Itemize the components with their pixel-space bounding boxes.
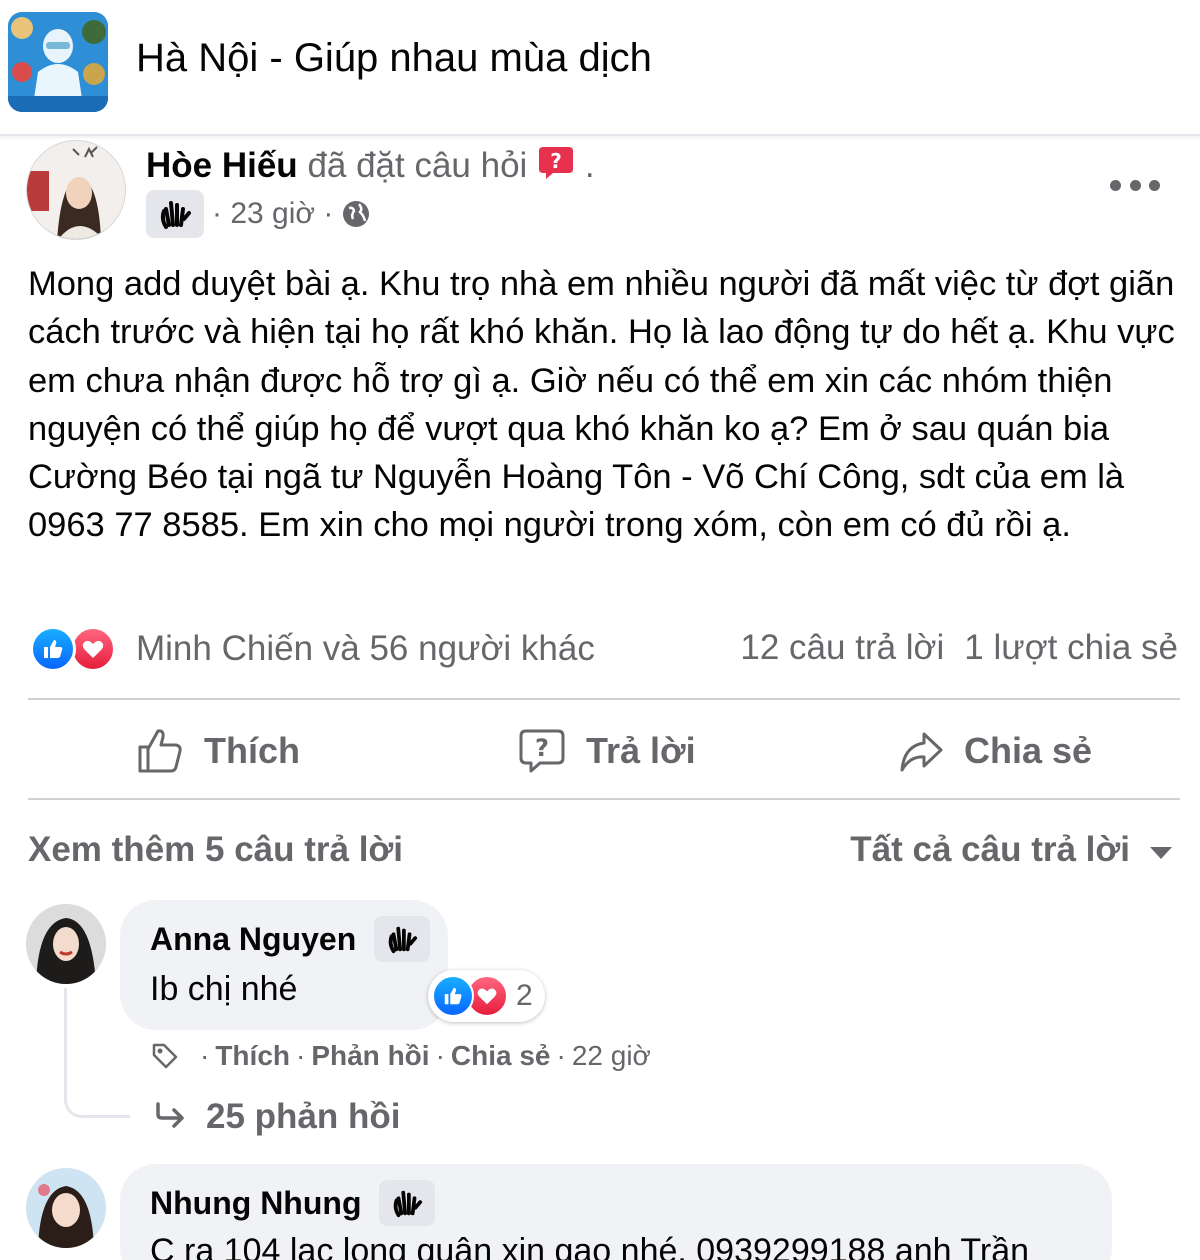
reply-button-label: Trả lời (586, 730, 696, 771)
answers-sort-label: Tất cả câu trả lời (850, 830, 1130, 869)
share-arrow-icon (900, 732, 943, 772)
new-member-badge[interactable] (374, 916, 431, 962)
like-reaction-icon (30, 626, 76, 672)
divider (28, 698, 1180, 700)
svg-text:?: ? (535, 734, 549, 762)
new-member-badge[interactable] (146, 190, 204, 238)
comment-author-name[interactable]: Nhung Nhung (150, 1185, 361, 1222)
svg-text:?: ? (550, 149, 562, 173)
post-options-button[interactable] (1110, 168, 1160, 202)
new-member-badge[interactable] (379, 1180, 436, 1226)
question-badge-icon: ? (539, 147, 574, 179)
comment-avatar[interactable] (26, 904, 106, 984)
waving-hand-icon (394, 1190, 423, 1218)
post-time[interactable]: · 23 giờ · (212, 197, 333, 231)
separator-dot: · (296, 1040, 306, 1071)
divider (28, 798, 1180, 800)
separator-dot: · (556, 1040, 566, 1071)
comment-avatar[interactable] (26, 1168, 106, 1248)
see-more-answers-link[interactable]: Xem thêm 5 câu trả lời (28, 830, 403, 870)
separator-dot: · (435, 1040, 445, 1071)
comment-actions: · Thích · Phản hồi · Chia sẻ · 22 giờ (150, 1034, 651, 1078)
thread-connector-line (64, 988, 130, 1118)
comment-author: Nhung Nhung (150, 1180, 436, 1226)
group-header: Hà Nội - Giúp nhau mùa dịch (0, 0, 1200, 136)
post-author-line: Hòe Hiếu đã đặt câu hỏi ? . (146, 145, 595, 186)
separator-dot: · (200, 1040, 210, 1071)
share-button[interactable]: Chia sẻ (898, 722, 1092, 780)
tag-link-icon[interactable] (150, 1041, 180, 1071)
group-avatar[interactable] (8, 12, 108, 112)
like-button-label: Thích (204, 730, 300, 771)
comment-reaction-count: 2 (516, 979, 533, 1012)
reaction-summary[interactable]: Minh Chiến và 56 người khác (30, 624, 595, 674)
post-body-text: Mong add duyệt bài ạ. Khu trọ nhà em nhi… (28, 265, 1175, 545)
group-title[interactable]: Hà Nội - Giúp nhau mùa dịch (136, 36, 652, 81)
more-dot-icon (1149, 179, 1160, 191)
shares-count[interactable]: 1 lượt chia sẻ (964, 628, 1178, 667)
comment-reaction-summary[interactable]: 2 (428, 970, 545, 1022)
comment-text: C ra 104 lạc long quân xin gạo nhé. 0939… (150, 1232, 1030, 1260)
comment-share-link[interactable]: Chia sẻ (451, 1040, 551, 1072)
comment-reply-link[interactable]: Phản hồi (311, 1040, 429, 1072)
answers-sort-dropdown[interactable]: Tất cả câu trả lời (850, 830, 1172, 870)
globe-icon (343, 201, 370, 227)
comment-time[interactable]: 22 giờ (572, 1040, 651, 1072)
answers-count[interactable]: 12 câu trả lời (740, 628, 944, 667)
view-replies-label: 25 phản hồi (206, 1097, 401, 1136)
reaction-names[interactable]: Minh Chiến và 56 người khác (136, 629, 595, 669)
caret-down-icon (1150, 847, 1172, 859)
more-dot-icon (1110, 179, 1121, 191)
question-bubble-icon: ? (519, 729, 565, 773)
post-trailing-dot: . (584, 146, 595, 185)
view-replies-link[interactable]: 25 phản hồi (154, 1092, 400, 1142)
more-dot-icon (1129, 179, 1141, 191)
waving-hand-icon (160, 201, 191, 229)
comment-author-name[interactable]: Anna Nguyen (150, 921, 356, 958)
reply-arrow-icon (156, 1102, 184, 1128)
thumbs-up-icon (138, 729, 182, 773)
post-meta: · 23 giờ · (146, 190, 371, 238)
like-button[interactable]: Thích (136, 722, 300, 780)
post-author-name[interactable]: Hòe Hiếu (146, 146, 298, 185)
love-reaction-icon (70, 626, 116, 672)
author-avatar[interactable] (26, 140, 126, 240)
comment-like-link[interactable]: Thích (215, 1040, 290, 1072)
post-action-text: đã đặt câu hỏi (307, 146, 528, 185)
comment-text: Ib chị nhé (150, 970, 298, 1008)
comment-author: Anna Nguyen (150, 916, 431, 962)
share-button-label: Chia sẻ (964, 730, 1093, 771)
reply-button[interactable]: ? Trả lời (518, 722, 696, 780)
post-counts: 12 câu trả lời 1 lượt chia sẻ (740, 628, 1178, 668)
like-reaction-icon (432, 975, 474, 1017)
waving-hand-icon (388, 926, 418, 954)
